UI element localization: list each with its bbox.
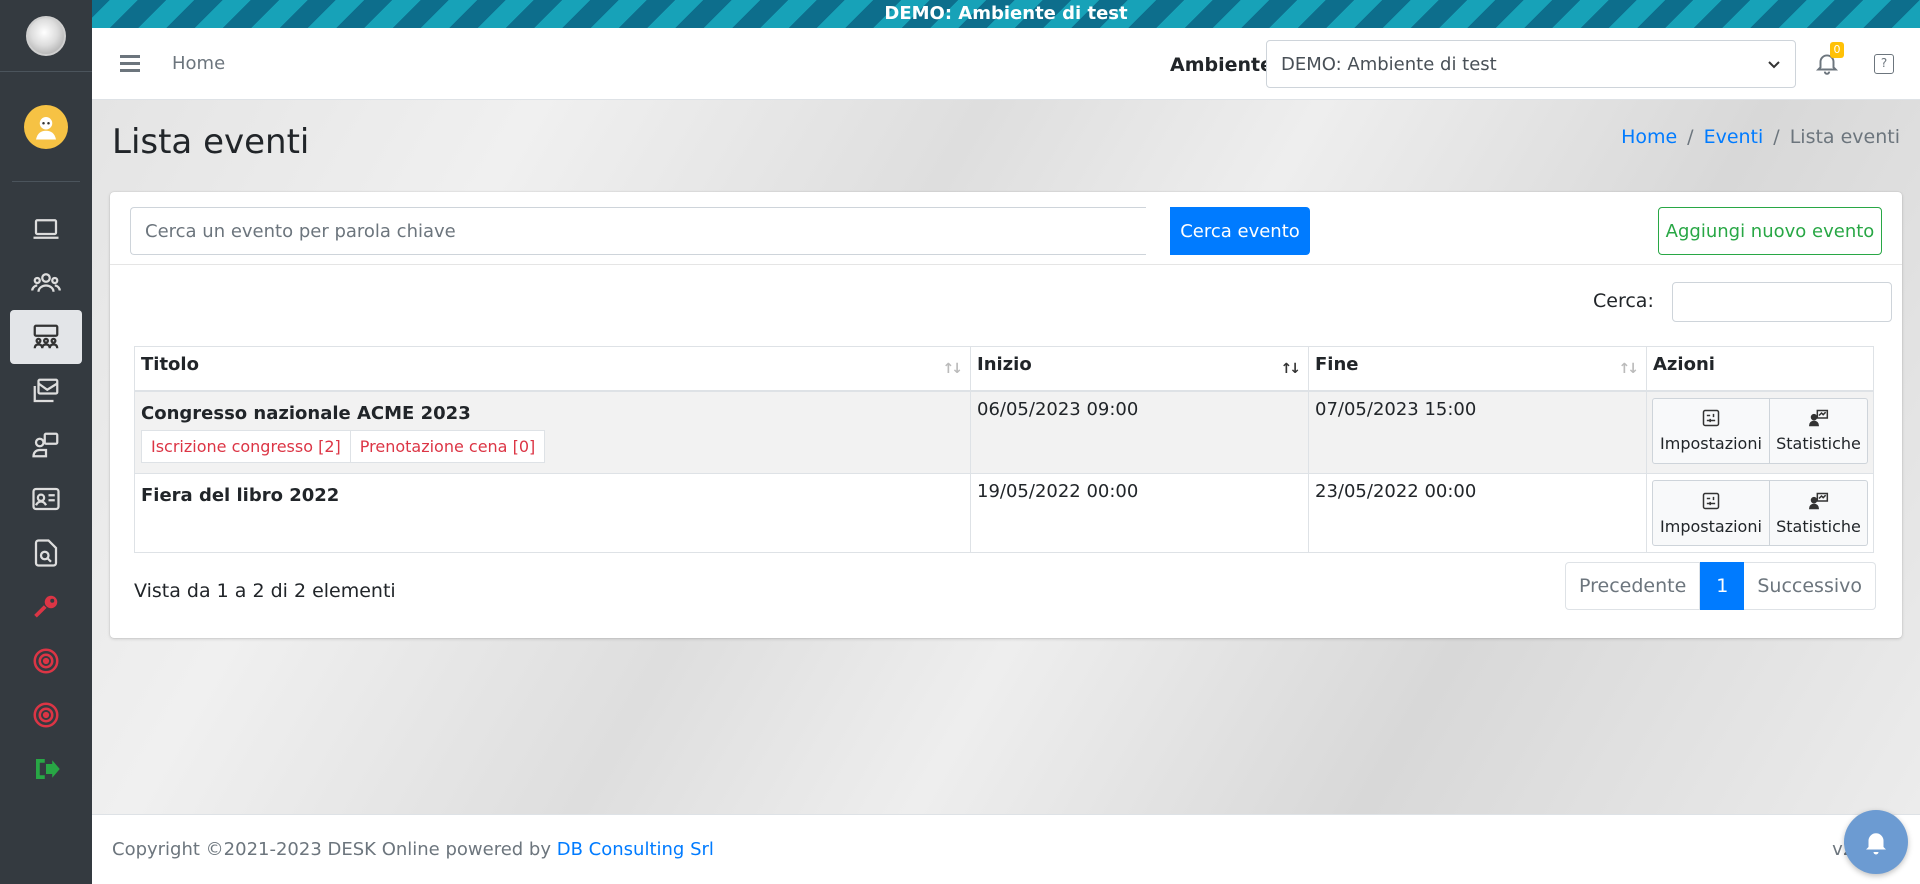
table-row: Fiera del libro 2022 19/05/2022 00:00 23… (134, 473, 1874, 553)
event-end: 07/05/2023 15:00 (1308, 390, 1647, 474)
logout-icon (36, 759, 60, 779)
environment-select-value: DEMO: Ambiente di test (1281, 53, 1497, 75)
settings-icon (1702, 492, 1720, 509)
target-icon (33, 702, 59, 728)
desk-user-icon (32, 432, 59, 458)
menu-toggle-icon[interactable] (120, 55, 140, 72)
pagination-page[interactable]: 1 (1700, 562, 1745, 610)
table-filter-label: Cerca: (1593, 290, 1654, 312)
statistics-icon (1808, 409, 1828, 427)
column-header-inizio[interactable]: Inizio ↑↓ (970, 346, 1309, 392)
statistics-icon (1808, 492, 1828, 509)
breadcrumb-events[interactable]: Eventi (1704, 126, 1764, 148)
top-navbar: Home Ambiente: DEMO: Ambiente di test 0 … (92, 28, 1920, 100)
event-start: 19/05/2022 00:00 (970, 473, 1309, 553)
document-search-icon (34, 539, 58, 567)
search-input[interactable] (130, 207, 1146, 255)
add-event-button[interactable]: Aggiungi nuovo evento (1658, 207, 1882, 255)
main-content: Lista eventi Home / Eventi / Lista eventi Ce… (92, 100, 1920, 814)
globe-logo-icon (26, 15, 66, 56)
breadcrumb-home[interactable]: Home (1621, 126, 1677, 148)
avatar (24, 104, 68, 149)
pagination-previous[interactable]: Precedente (1564, 562, 1701, 610)
page-title: Lista eventi (112, 122, 310, 162)
tag-registration[interactable]: Iscrizione congresso [2] (141, 429, 351, 463)
statistics-button[interactable]: Statistiche (1770, 397, 1868, 464)
statistics-button[interactable]: Statistiche (1770, 480, 1868, 546)
laptop-icon (33, 219, 59, 239)
settings-button[interactable]: Impostazioni (1652, 397, 1770, 464)
users-icon (31, 273, 61, 292)
key-icon (34, 595, 58, 618)
nav-home-link[interactable]: Home (172, 53, 225, 74)
environment-select[interactable]: DEMO: Ambiente di test (1266, 40, 1796, 88)
user-panel[interactable] (12, 72, 80, 182)
sidebar-item-inbox[interactable] (10, 364, 82, 418)
target-icon (33, 648, 59, 674)
footer: Copyright ©2021-2023 DESK Online powered… (92, 814, 1920, 884)
sidebar-item-documents[interactable] (10, 526, 82, 580)
environment-label: Ambiente: (1170, 54, 1281, 76)
pagination-next[interactable]: Successivo (1744, 562, 1876, 610)
pagination: Precedente 1 Successivo (1564, 562, 1876, 610)
column-header-titolo[interactable]: Titolo ↑↓ (134, 346, 971, 392)
inbox-icon (33, 378, 59, 403)
sidebar-item-events[interactable] (10, 310, 82, 364)
search-bar: Cerca evento Aggiungi nuovo evento (110, 192, 1902, 265)
chevron-down-icon (1768, 61, 1780, 69)
demo-banner: DEMO: Ambiente di test (92, 0, 1920, 28)
sort-desc-icon: ↑↓ (1280, 361, 1302, 377)
settings-button[interactable]: Impostazioni (1652, 480, 1770, 546)
table-row: Congresso nazionale ACME 2023 Iscrizione… (134, 390, 1874, 474)
column-header-fine[interactable]: Fine ↑↓ (1308, 346, 1647, 392)
id-card-icon (32, 487, 60, 511)
sidebar-item-target-2[interactable] (10, 688, 82, 742)
events-table: Titolo ↑↓ Inizio ↑↓ Fine ↑↓ Azioni Congress… (134, 346, 1874, 553)
sidebar-item-desk[interactable] (10, 418, 82, 472)
brand-logo[interactable] (0, 0, 92, 72)
breadcrumb: Home / Eventi / Lista eventi (1621, 126, 1900, 148)
event-title: Fiera del libro 2022 (141, 485, 340, 506)
settings-icon (1702, 409, 1720, 427)
sort-icon: ↑↓ (942, 361, 964, 377)
table-filter-input[interactable] (1672, 282, 1892, 322)
sidebar (0, 0, 92, 884)
company-link[interactable]: DB Consulting Srl (557, 839, 714, 860)
event-title: Congresso nazionale ACME 2023 (141, 402, 471, 424)
sort-icon: ↑↓ (1618, 361, 1640, 377)
copyright-text: Copyright ©2021-2023 DESK Online powered… (112, 839, 557, 860)
sidebar-nav (0, 202, 92, 796)
table-info: Vista da 1 a 2 di 2 elementi (134, 580, 396, 602)
search-button[interactable]: Cerca evento (1170, 207, 1310, 255)
sidebar-item-dashboard[interactable] (10, 202, 82, 256)
sidebar-item-target-1[interactable] (10, 634, 82, 688)
bell-icon (1866, 833, 1886, 855)
event-end: 23/05/2022 00:00 (1308, 473, 1647, 553)
event-start: 06/05/2023 09:00 (970, 390, 1309, 474)
sidebar-item-contacts[interactable] (10, 472, 82, 526)
breadcrumb-current: Lista eventi (1789, 126, 1900, 148)
notification-badge: 0 (1830, 42, 1844, 58)
help-icon[interactable]: ? (1874, 54, 1894, 74)
sidebar-item-keys[interactable] (10, 580, 82, 634)
events-icon (33, 324, 59, 349)
events-card: Cerca evento Aggiungi nuovo evento Cerca… (110, 192, 1902, 638)
column-header-azioni: Azioni (1646, 346, 1874, 392)
tag-dinner[interactable]: Prenotazione cena [0] (350, 429, 546, 463)
sidebar-item-logout[interactable] (10, 742, 82, 796)
sidebar-item-users[interactable] (10, 256, 82, 310)
event-tags: Iscrizione congresso [2] Prenotazione ce… (141, 429, 964, 463)
notification-fab[interactable] (1844, 810, 1908, 874)
action-group: Impostazioni Statistiche (1652, 397, 1868, 464)
action-group: Impostazioni Statistiche (1652, 480, 1868, 546)
